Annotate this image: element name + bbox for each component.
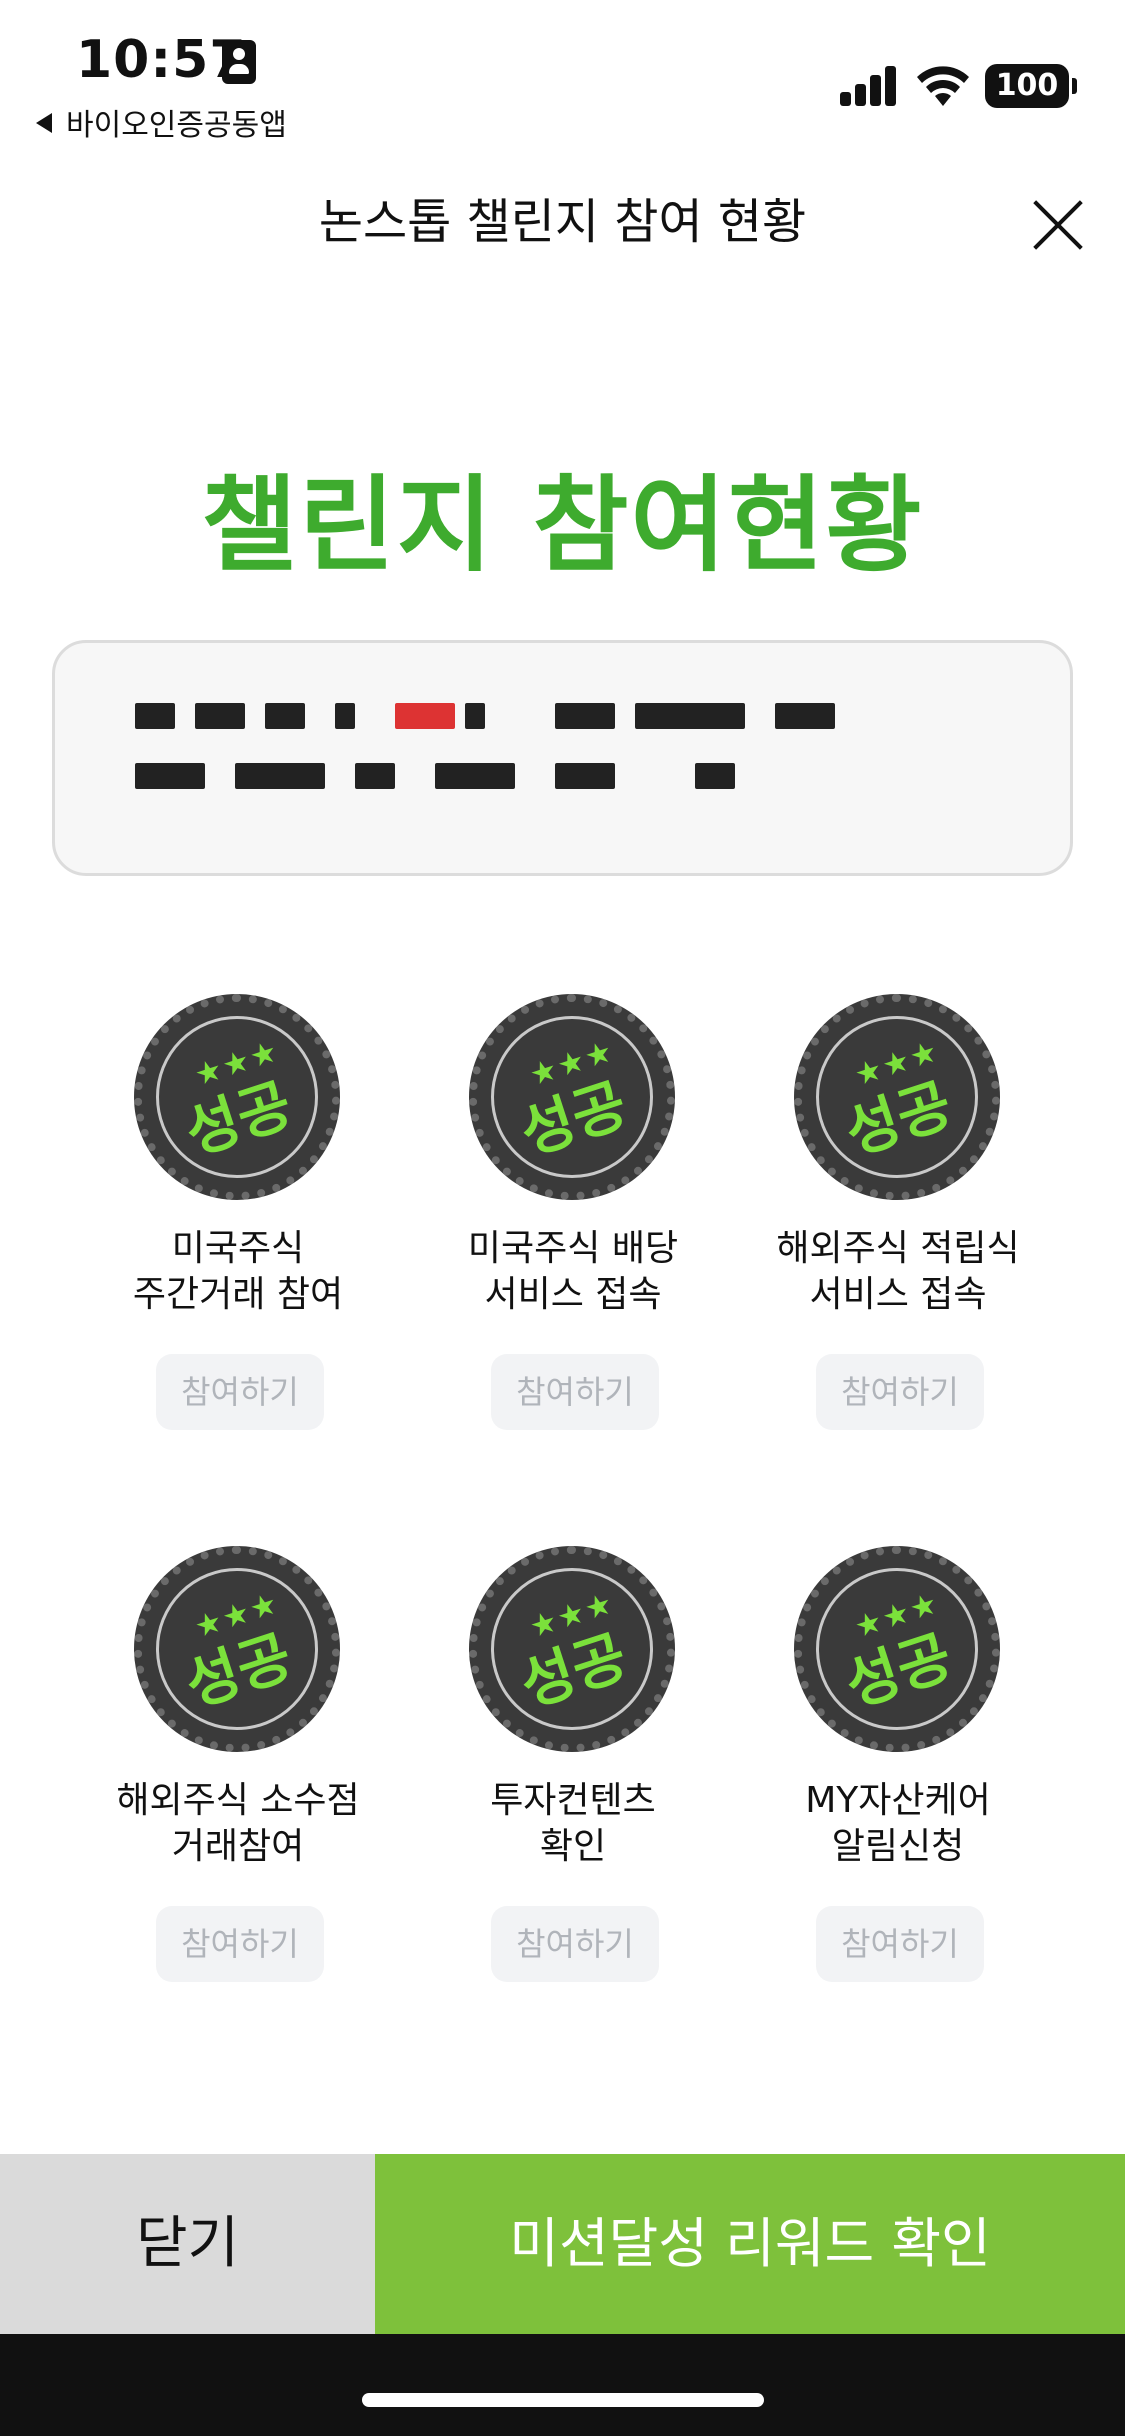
join-button[interactable]: 참여하기	[156, 1354, 324, 1430]
wifi-icon	[917, 66, 969, 106]
success-stamp-icon: ★★★ 성공	[469, 994, 675, 1200]
page-title: 논스톱 챌린지 참여 현황	[318, 194, 807, 250]
challenge-label: 미국주식 배당 서비스 접속	[467, 1228, 679, 1315]
success-stamp-icon: ★★★ 성공	[134, 994, 340, 1200]
join-button[interactable]: 참여하기	[491, 1906, 659, 1982]
challenge-item: ★★★ 성공 해외주식 적립식 서비스 접속 참여하기	[728, 994, 1058, 1464]
challenge-label: MY자산케어 알림신청	[805, 1780, 991, 1867]
close-icon[interactable]	[1030, 196, 1086, 252]
success-stamp-icon: ★★★ 성공	[794, 994, 1000, 1200]
challenge-item: ★★★ 성공 투자컨텐츠 확인 참여하기	[403, 1546, 733, 2016]
home-bar	[0, 2334, 1125, 2436]
cellular-signal-icon	[840, 66, 898, 106]
success-stamp-icon: ★★★ 성공	[794, 1546, 1000, 1752]
id-card-icon	[222, 40, 256, 84]
challenge-item: ★★★ 성공 해외주식 소수점 거래참여 참여하기	[68, 1546, 398, 2016]
join-button[interactable]: 참여하기	[816, 1906, 984, 1982]
battery-icon: 100	[985, 64, 1077, 108]
close-button[interactable]: 닫기	[0, 2154, 375, 2334]
join-button[interactable]: 참여하기	[491, 1354, 659, 1430]
challenge-item: ★★★ 성공 미국주식 배당 서비스 접속 참여하기	[403, 994, 733, 1464]
redacted-text-line	[135, 763, 835, 789]
success-stamp-icon: ★★★ 성공	[134, 1546, 340, 1752]
back-app-label: 바이오인증공동앱	[66, 108, 287, 143]
challenge-status-heading: 챌린지 참여현황	[201, 464, 924, 586]
challenge-label: 해외주식 소수점 거래참여	[116, 1780, 360, 1867]
back-arrow-icon	[36, 113, 52, 133]
status-time: 10:57	[76, 30, 247, 90]
back-to-app-link[interactable]: 바이오인증공동앱	[36, 100, 287, 144]
notice-box	[52, 640, 1073, 876]
challenge-label: 투자컨텐츠 확인	[490, 1780, 656, 1867]
join-button[interactable]: 참여하기	[156, 1906, 324, 1982]
challenge-item: ★★★ 성공 미국주식 주간거래 참여 참여하기	[68, 994, 398, 1464]
join-button[interactable]: 참여하기	[816, 1354, 984, 1430]
challenge-label: 미국주식 주간거래 참여	[132, 1228, 344, 1315]
redacted-text-line	[135, 703, 985, 729]
challenge-label: 해외주식 적립식 서비스 접속	[776, 1228, 1020, 1315]
home-indicator[interactable]	[362, 2393, 764, 2407]
status-bar: 10:57 바이오인증공동앱 100	[0, 0, 1125, 150]
success-stamp-icon: ★★★ 성공	[469, 1546, 675, 1752]
reward-check-button[interactable]: 미션달성 리워드 확인	[375, 2154, 1125, 2334]
challenge-item: ★★★ 성공 MY자산케어 알림신청 참여하기	[728, 1546, 1058, 2016]
